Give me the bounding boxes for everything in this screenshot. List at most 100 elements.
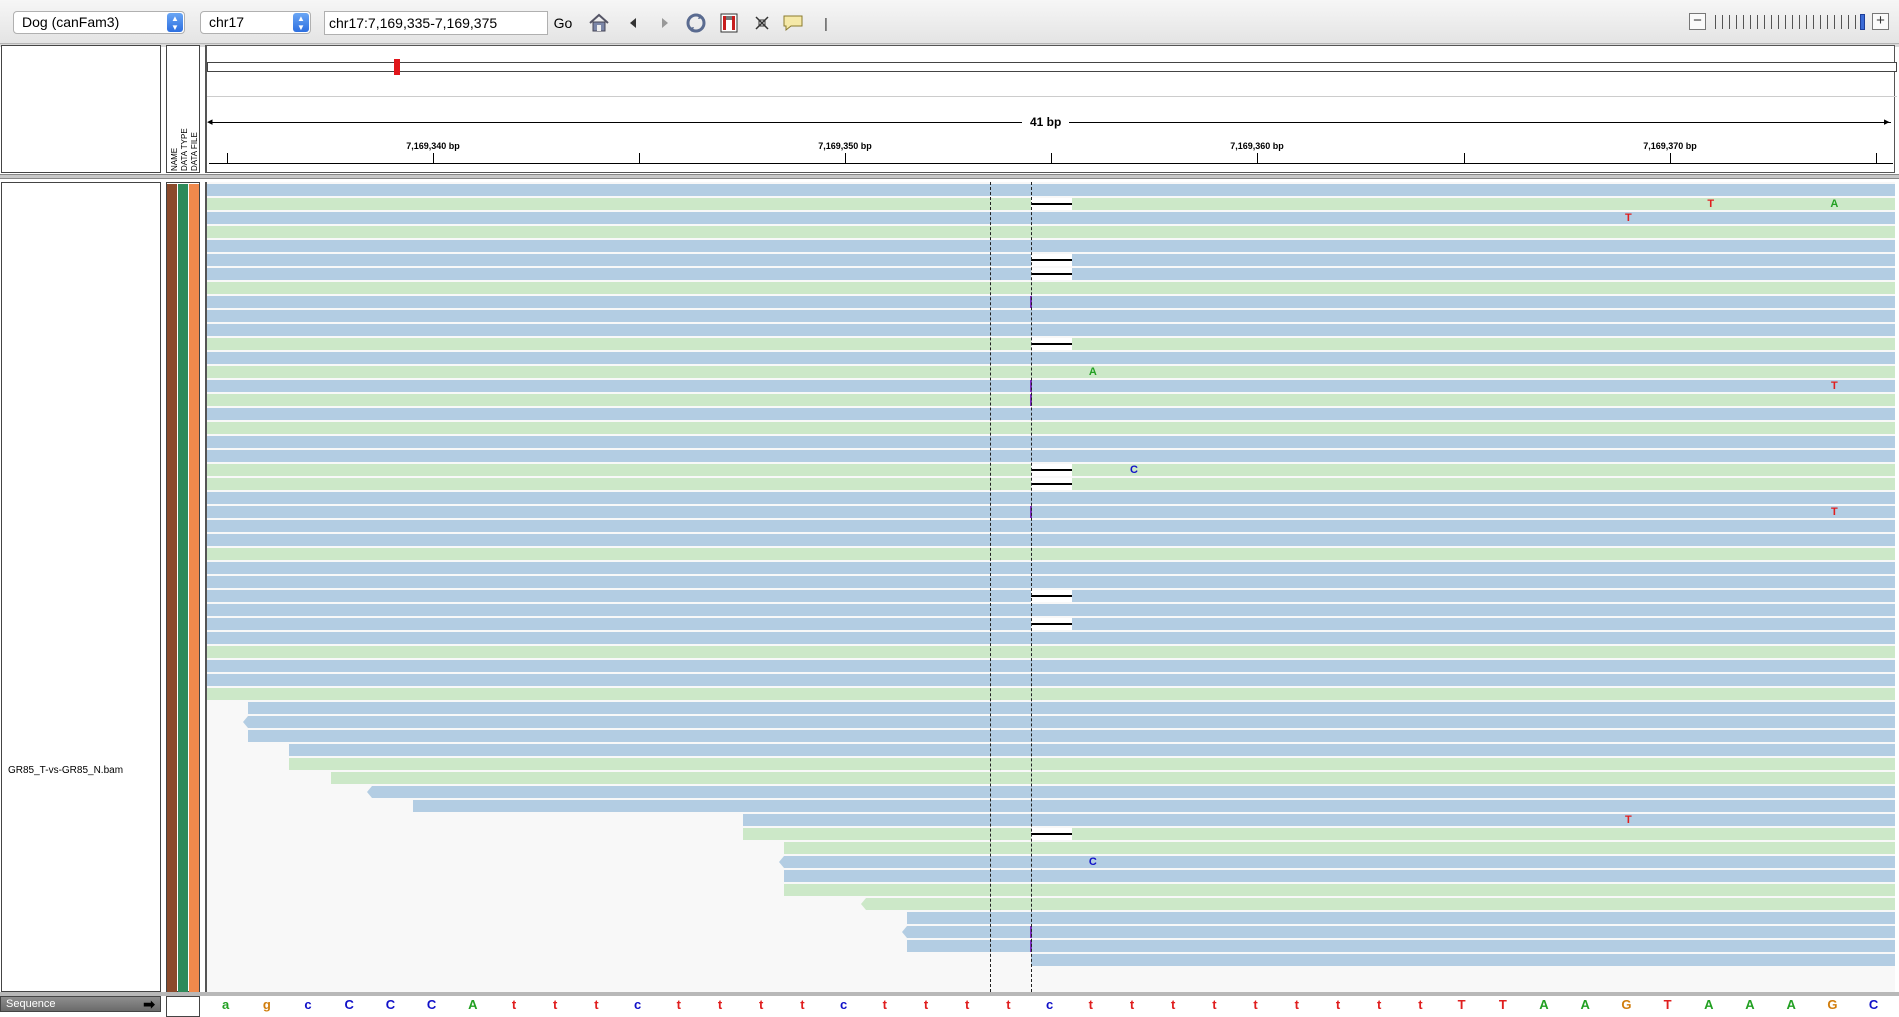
- center-guide-line: [1031, 182, 1032, 992]
- attribute-data-type-swatch[interactable]: [178, 184, 188, 992]
- aligned-read[interactable]: [289, 758, 1895, 770]
- aligned-read[interactable]: [207, 492, 1895, 504]
- aligned-read[interactable]: [783, 870, 1895, 882]
- aligned-read[interactable]: [783, 856, 1895, 868]
- back-icon[interactable]: [621, 11, 645, 35]
- genome-dropdown[interactable]: Dog (canFam3) ▲ ▼: [13, 11, 185, 34]
- aligned-read[interactable]: [207, 394, 1895, 406]
- chromosome-dropdown[interactable]: chr17 ▲ ▼: [200, 11, 311, 34]
- strand-arrow-icon[interactable]: ➡: [143, 997, 155, 1011]
- deletion-marker[interactable]: [1031, 198, 1073, 210]
- home-icon[interactable]: [587, 11, 611, 35]
- aligned-read[interactable]: [907, 940, 1895, 952]
- chromosome-ideogram[interactable]: [207, 59, 1897, 75]
- deletion-marker[interactable]: [1031, 338, 1073, 350]
- aligned-read[interactable]: [371, 786, 1895, 798]
- attribute-header-data-file[interactable]: DATA FILE: [190, 132, 199, 171]
- ruler-tick: [227, 153, 228, 163]
- aligned-read[interactable]: [207, 450, 1895, 462]
- sequence-track-label[interactable]: Sequence ➡: [0, 996, 161, 1012]
- aligned-read[interactable]: [907, 912, 1895, 924]
- aligned-read[interactable]: [207, 632, 1895, 644]
- aligned-read[interactable]: [866, 898, 1895, 910]
- deletion-marker[interactable]: [1031, 478, 1073, 490]
- ruler-tick: [433, 153, 434, 163]
- aligned-read[interactable]: [248, 702, 1895, 714]
- aligned-read[interactable]: [207, 646, 1895, 658]
- deletion-marker[interactable]: [1031, 590, 1073, 602]
- aligned-read[interactable]: [207, 506, 1895, 518]
- aligned-read[interactable]: [207, 688, 1895, 700]
- aligned-read[interactable]: [330, 772, 1895, 784]
- ruler-panel[interactable]: ◂ ▸ 41 bp 7,169,340 bp 7,169,350 bp 7,16…: [205, 45, 1897, 173]
- aligned-read[interactable]: [207, 604, 1895, 616]
- locus-search-input[interactable]: [324, 11, 548, 35]
- aligned-read[interactable]: [783, 842, 1895, 854]
- resize-to-window-icon[interactable]: [750, 11, 774, 35]
- reference-base: c: [839, 997, 848, 1012]
- aligned-read[interactable]: [207, 674, 1895, 686]
- deletion-marker[interactable]: [1031, 618, 1073, 630]
- aligned-read[interactable]: [207, 310, 1895, 322]
- aligned-read[interactable]: [413, 800, 1895, 812]
- aligned-read[interactable]: [742, 828, 1895, 840]
- zoom-out-button[interactable]: −: [1689, 13, 1706, 30]
- aligned-read[interactable]: [207, 212, 1895, 224]
- aligned-read[interactable]: [207, 324, 1895, 336]
- mismatch-base[interactable]: C: [1085, 856, 1101, 868]
- zoom-in-button[interactable]: +: [1872, 13, 1889, 30]
- aligned-read[interactable]: [207, 548, 1895, 560]
- aligned-read[interactable]: [907, 926, 1895, 938]
- aligned-read[interactable]: [207, 422, 1895, 434]
- aligned-read[interactable]: [207, 282, 1895, 294]
- deletion-marker[interactable]: [1031, 464, 1073, 476]
- popup-info-icon[interactable]: [781, 11, 805, 35]
- aligned-read[interactable]: [783, 884, 1895, 896]
- attribute-data-file-swatch[interactable]: [189, 184, 199, 992]
- aligned-read[interactable]: [248, 716, 1895, 728]
- forward-icon[interactable]: [653, 11, 677, 35]
- mismatch-base[interactable]: A: [1085, 366, 1101, 378]
- zoom-slider[interactable]: [1715, 15, 1867, 29]
- aligned-read[interactable]: [207, 240, 1895, 252]
- aligned-read[interactable]: [289, 744, 1895, 756]
- aligned-read[interactable]: [207, 296, 1895, 308]
- mismatch-base[interactable]: T: [1620, 212, 1636, 224]
- reference-base: t: [1335, 997, 1341, 1012]
- alignment-track[interactable]: T A T A T C T T C: [205, 182, 1895, 992]
- aligned-read[interactable]: [207, 352, 1895, 364]
- mismatch-base[interactable]: A: [1826, 198, 1842, 210]
- aligned-read[interactable]: [207, 408, 1895, 420]
- go-button[interactable]: Go: [552, 12, 574, 34]
- mismatch-base[interactable]: T: [1620, 814, 1636, 826]
- header-divider[interactable]: [0, 174, 1899, 179]
- attribute-header-data-type[interactable]: DATA TYPE: [180, 128, 189, 171]
- mismatch-base[interactable]: T: [1826, 506, 1842, 518]
- aligned-read[interactable]: [1031, 954, 1895, 966]
- zoom-slider-thumb[interactable]: [1860, 14, 1865, 30]
- attribute-header-name[interactable]: NAME: [170, 148, 179, 171]
- aligned-read[interactable]: [207, 534, 1895, 546]
- aligned-read[interactable]: [207, 380, 1895, 392]
- track-name[interactable]: GR85_T-vs-GR85_N.bam: [8, 765, 123, 776]
- aligned-read[interactable]: [248, 730, 1895, 742]
- deletion-marker[interactable]: [1031, 268, 1073, 280]
- aligned-read[interactable]: [207, 436, 1895, 448]
- deletion-marker[interactable]: [1031, 254, 1073, 266]
- aligned-read[interactable]: [207, 226, 1895, 238]
- ruler-tick: [1876, 153, 1877, 163]
- aligned-read[interactable]: [207, 576, 1895, 588]
- mismatch-base[interactable]: T: [1826, 380, 1842, 392]
- aligned-read[interactable]: [207, 520, 1895, 532]
- attribute-name-swatch[interactable]: [167, 184, 177, 992]
- refresh-icon[interactable]: [684, 11, 708, 35]
- mismatch-base[interactable]: T: [1703, 198, 1719, 210]
- aligned-read[interactable]: [742, 814, 1895, 826]
- deletion-marker[interactable]: [1031, 828, 1073, 840]
- aligned-read[interactable]: [207, 660, 1895, 672]
- aligned-read[interactable]: [207, 562, 1895, 574]
- aligned-read[interactable]: [207, 366, 1895, 378]
- mismatch-base[interactable]: C: [1126, 464, 1142, 476]
- aligned-read[interactable]: [207, 184, 1895, 196]
- region-of-interest-icon[interactable]: [717, 11, 741, 35]
